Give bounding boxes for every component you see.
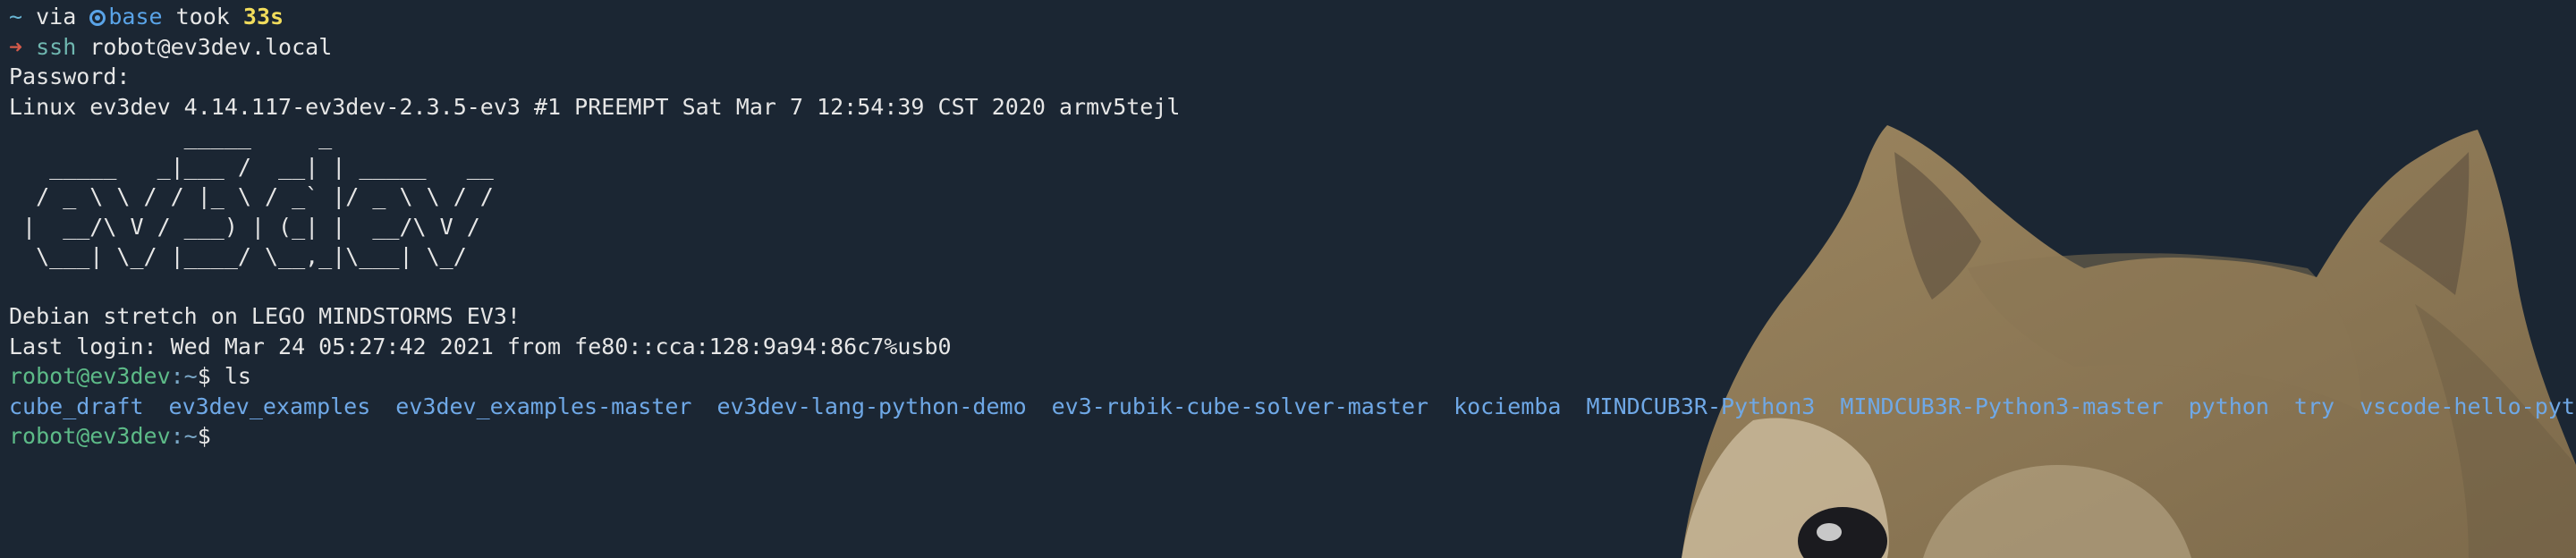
directory-entry: python bbox=[2188, 393, 2269, 419]
terminal-output: ~ via base took 33s ➜ ssh robot@ev3dev.l… bbox=[0, 0, 2576, 452]
remote-prompt-line: robot@ev3dev:~$ ls bbox=[9, 361, 2576, 392]
last-login-line: Last login: Wed Mar 24 05:27:42 2021 fro… bbox=[9, 333, 952, 359]
active-prompt-line[interactable]: robot@ev3dev:~$ bbox=[9, 421, 2576, 452]
conda-env-name: base bbox=[108, 4, 163, 30]
prompt-path: :~ bbox=[170, 423, 198, 449]
directory-entry: ev3dev_examples-master bbox=[395, 393, 692, 419]
prompt-symbol: $ bbox=[197, 423, 211, 449]
ascii-banner-line: \___| \_/ |____/ \__,_|\___| \_/ bbox=[9, 243, 467, 269]
password-prompt: Password: bbox=[9, 63, 131, 89]
directory-entry: vscode-hello-python-master bbox=[2360, 393, 2576, 419]
command-duration: 33s bbox=[242, 4, 284, 30]
prompt-user-host: robot@ev3dev bbox=[9, 363, 171, 389]
prompt-arrow-icon: ➜ bbox=[9, 33, 23, 60]
command-args: robot@ev3dev.local bbox=[89, 33, 333, 60]
prompt-symbol: $ bbox=[197, 363, 225, 389]
ascii-banner-line: | __/\ V / ___) | (_| | __/\ V / bbox=[9, 213, 480, 240]
directory-entry: cube_draft bbox=[9, 393, 144, 419]
prompt-took-label: took bbox=[175, 4, 230, 30]
prompt-user-host: robot@ev3dev bbox=[9, 423, 171, 449]
directory-entry: ev3dev-lang-python-demo bbox=[716, 393, 1027, 419]
typed-command: ls bbox=[224, 363, 251, 389]
ssh-command-line: ➜ ssh robot@ev3dev.local bbox=[9, 32, 2576, 63]
command-name: ssh bbox=[36, 33, 77, 60]
directory-entry: MINDCUB3R-Python3 bbox=[1586, 393, 1816, 419]
prompt-tilde: ~ bbox=[9, 4, 23, 30]
ascii-banner-line: _____ _|___ / __| | _____ __ bbox=[9, 153, 494, 180]
ls-output-line: cube_draft ev3dev_examples ev3dev_examples… bbox=[9, 392, 2576, 422]
directory-entry: ev3dev_examples bbox=[168, 393, 371, 419]
directory-entry: ev3-rubik-cube-solver-master bbox=[1051, 393, 1429, 419]
motd-line: Debian stretch on LEGO MINDSTORMS EV3! bbox=[9, 303, 521, 329]
conda-env-icon bbox=[89, 10, 106, 26]
directory-entry: try bbox=[2293, 393, 2335, 419]
directory-entry: kociemba bbox=[1453, 393, 1562, 419]
prompt-via: via bbox=[36, 4, 77, 30]
ascii-banner-line: / _ \ \ / / |_ \ / _` |/ _ \ \ / / bbox=[9, 183, 494, 209]
directory-entry: MINDCUB3R-Python3-master bbox=[1840, 393, 2164, 419]
prompt-path: :~ bbox=[170, 363, 198, 389]
ascii-banner-line: _____ _ bbox=[9, 123, 333, 149]
shell-prompt-line: ~ via base took 33s bbox=[9, 2, 2576, 32]
uname-output: Linux ev3dev 4.14.117-ev3dev-2.3.5-ev3 #… bbox=[9, 93, 1181, 120]
terminal-window[interactable]: ~ via base took 33s ➜ ssh robot@ev3dev.l… bbox=[0, 0, 2576, 558]
